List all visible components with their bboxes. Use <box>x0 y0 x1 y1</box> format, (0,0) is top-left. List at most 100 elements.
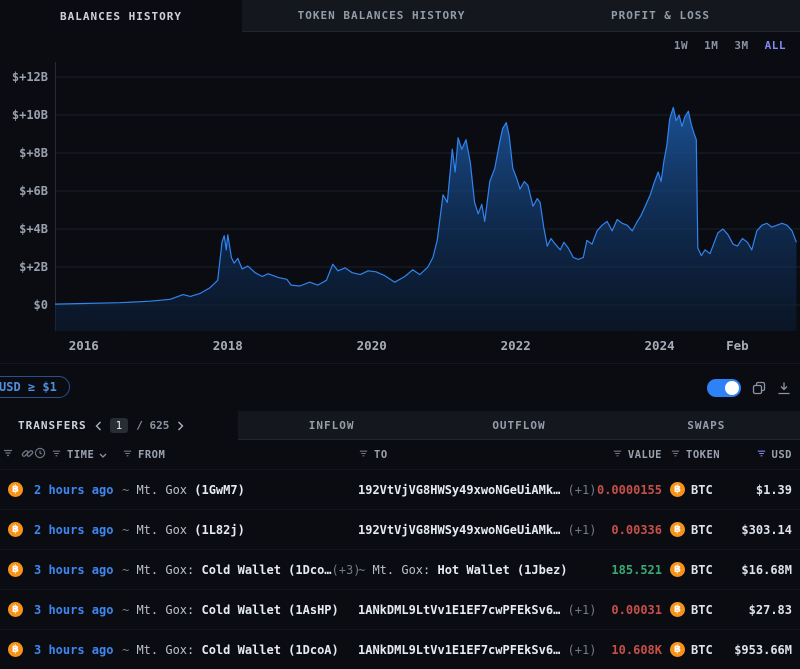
from-address: (1L82j) <box>194 523 245 537</box>
tab-swaps[interactable]: SWAPS <box>613 411 800 439</box>
to-address: 192VtVjVG8HWSy49xwoNGeUiAMk… <box>358 523 560 537</box>
value-cell: 0.00336 <box>611 523 662 537</box>
sort-icon <box>122 448 133 462</box>
column-header-usd[interactable]: USD <box>732 448 792 462</box>
from-address: Cold Wallet (1Dco… <box>201 563 331 577</box>
sort-icon <box>670 448 681 462</box>
svg-text:$+4B: $+4B <box>19 222 48 236</box>
entity-squiggle-icon: ~ <box>122 563 136 577</box>
btc-icon: ฿ <box>670 562 685 577</box>
column-header-token[interactable]: TOKEN <box>662 448 732 462</box>
range-all-button[interactable]: ALL <box>765 39 786 52</box>
entity-squiggle-icon: ~ <box>122 603 136 617</box>
to-address: Hot Wallet (1Jbez) <box>437 563 567 577</box>
svg-text:$+2B: $+2B <box>19 260 48 274</box>
svg-text:$+10B: $+10B <box>12 108 48 122</box>
value-cell: 0.00031 <box>611 603 662 617</box>
link-icon[interactable] <box>21 447 34 463</box>
token-label: BTC <box>691 603 713 617</box>
pagination-current-page: 1 <box>110 418 129 433</box>
from-entity-link[interactable]: ~ Mt. Gox: Cold Wallet (1AsHP) <box>122 603 358 617</box>
token-label: BTC <box>691 643 713 657</box>
to-extra: (+1) <box>560 523 596 537</box>
from-entity-link[interactable]: ~ Mt. Gox (1GwM7) <box>122 483 358 497</box>
value-cell: 185.521 <box>611 563 662 577</box>
from-entity-link[interactable]: ~ Mt. Gox: Cold Wallet (1DcoA) <box>122 643 358 657</box>
from-entity-link[interactable]: ~ Mt. Gox (1L82j) <box>122 523 358 537</box>
svg-text:Feb: Feb <box>726 338 749 353</box>
from-entity-link[interactable]: ~ Mt. Gox: Cold Wallet (1Dco…(+3) <box>122 563 358 577</box>
range-1m-button[interactable]: 1M <box>704 39 718 52</box>
pagination-prev-icon[interactable] <box>95 421 102 431</box>
to-address: 192VtVjVG8HWSy49xwoNGeUiAMk… <box>358 483 560 497</box>
column-header-from[interactable]: FROM <box>122 448 358 462</box>
tab-inflow[interactable]: INFLOW <box>238 411 425 439</box>
btc-icon: ฿ <box>670 482 685 497</box>
entity-squiggle-icon: ~ <box>122 643 136 657</box>
usd-toggle[interactable] <box>707 379 741 397</box>
clock-icon <box>34 447 46 462</box>
value-cell: 10.608K <box>611 643 662 657</box>
to-entity-link[interactable]: ~ Mt. Gox: Hot Wallet (1Jbez) <box>358 563 590 577</box>
usd-cell: $16.68M <box>741 563 792 577</box>
table-row[interactable]: ฿ 3 hours ago ~ Mt. Gox: Cold Wallet (1D… <box>0 550 800 590</box>
tab-token-balances-history[interactable]: TOKEN BALANCES HISTORY <box>242 0 521 32</box>
column-header-time[interactable]: TIME <box>34 447 122 462</box>
table-row[interactable]: ฿ 2 hours ago ~ Mt. Gox (1GwM7) 192VtVjV… <box>0 470 800 510</box>
time-link[interactable]: 2 hours ago <box>34 523 122 537</box>
usd-cell: $953.66M <box>734 643 792 657</box>
btc-icon: ฿ <box>670 602 685 617</box>
btc-icon: ฿ <box>670 522 685 537</box>
to-entity-link[interactable]: 1ANkDML9LtVv1E1EF7cwPFEkSv6… (+1) <box>358 603 590 617</box>
sort-icon <box>612 448 623 462</box>
svg-text:2018: 2018 <box>213 338 243 353</box>
token-label: BTC <box>691 523 713 537</box>
transfers-tab[interactable]: TRANSFERS <box>18 419 87 432</box>
usd-header-label: USD <box>772 449 792 461</box>
to-entity-link[interactable]: 192VtVjVG8HWSy49xwoNGeUiAMk… (+1) <box>358 523 590 537</box>
column-header-value[interactable]: VALUE <box>590 448 662 462</box>
svg-text:$+6B: $+6B <box>19 184 48 198</box>
table-row[interactable]: ฿ 2 hours ago ~ Mt. Gox (1L82j) 192VtVjV… <box>0 510 800 550</box>
to-extra: (+1) <box>560 483 596 497</box>
range-3m-button[interactable]: 3M <box>734 39 748 52</box>
time-link[interactable]: 3 hours ago <box>34 643 122 657</box>
from-name: Mt. Gox <box>136 523 194 537</box>
pagination-total: / 625 <box>136 419 169 432</box>
usd-filter-chip[interactable]: USD ≥ $1 <box>0 376 70 398</box>
to-entity-link[interactable]: 192VtVjVG8HWSy49xwoNGeUiAMk… (+1) <box>358 483 590 497</box>
to-address: 1ANkDML9LtVv1E1EF7cwPFEkSv6… <box>358 643 560 657</box>
time-link[interactable]: 3 hours ago <box>34 563 122 577</box>
download-icon[interactable] <box>777 381 791 395</box>
transfers-table-header: TIME FROM TO VALUE TO <box>0 440 800 470</box>
token-label: BTC <box>691 563 713 577</box>
to-extra: (+1) <box>560 603 596 617</box>
transfers-bar: TRANSFERS 1 / 625 INFLOW OUTFLOW SWAPS <box>0 411 800 440</box>
range-1w-button[interactable]: 1W <box>674 39 688 52</box>
to-address: 1ANkDML9LtVv1E1EF7cwPFEkSv6… <box>358 603 560 617</box>
from-address: (1GwM7) <box>194 483 245 497</box>
tab-outflow[interactable]: OUTFLOW <box>425 411 612 439</box>
time-link[interactable]: 3 hours ago <box>34 603 122 617</box>
token-cell: ฿BTC <box>662 482 732 497</box>
from-extra: (+3) <box>332 563 361 577</box>
tab-profit-and-loss[interactable]: PROFIT & LOSS <box>521 0 800 32</box>
usd-cell: $27.83 <box>749 603 792 617</box>
btc-icon: ฿ <box>8 602 23 617</box>
table-row[interactable]: ฿ 3 hours ago ~ Mt. Gox: Cold Wallet (1A… <box>0 590 800 630</box>
from-name: Mt. Gox: <box>136 643 201 657</box>
filter-icon[interactable] <box>2 447 14 462</box>
token-cell: ฿ BTC <box>662 522 732 537</box>
copy-icon[interactable] <box>752 381 766 395</box>
to-entity-link[interactable]: 1ANkDML9LtVv1E1EF7cwPFEkSv6… (+1) <box>358 643 590 657</box>
time-link[interactable]: 2 hours ago <box>34 483 122 497</box>
pagination-next-icon[interactable] <box>177 421 184 431</box>
usd-cell: $1.39 <box>756 483 792 497</box>
table-row[interactable]: ฿ 3 hours ago ~ Mt. Gox: Cold Wallet (1D… <box>0 630 800 669</box>
btc-icon: ฿ <box>8 482 23 497</box>
svg-text:2016: 2016 <box>69 338 99 353</box>
column-header-to[interactable]: TO <box>358 448 590 462</box>
tab-balances-history[interactable]: BALANCES HISTORY <box>0 0 242 32</box>
to-extra: (+1) <box>560 643 596 657</box>
balances-area-chart[interactable]: $0$+2B$+4B$+6B$+8B$+10B$+12B201620182020… <box>0 58 800 363</box>
